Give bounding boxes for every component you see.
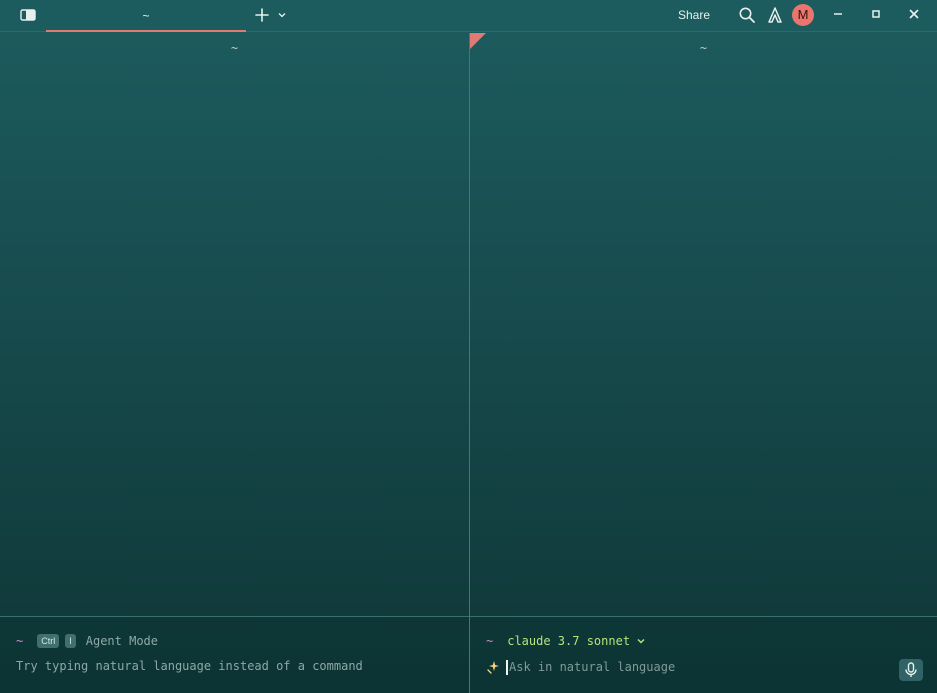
avatar[interactable]: M <box>792 4 814 26</box>
pane-header: ~ <box>230 41 239 55</box>
model-selector[interactable]: claude 3.7 sonnet <box>507 634 630 648</box>
i-key-badge: I <box>65 634 76 648</box>
share-button[interactable]: Share <box>678 6 710 24</box>
title-bar: ~ Share M <box>0 0 937 32</box>
tab-label: ~ <box>142 9 150 23</box>
input-area[interactable]: ~ claude 3.7 sonnet Ask in natural langu… <box>470 616 937 693</box>
right-pane[interactable]: ~ ~ claude 3.7 sonnet Ask in natural lan… <box>470 33 937 693</box>
panel-icon[interactable] <box>20 8 36 22</box>
minimize-icon[interactable] <box>830 6 846 22</box>
ask-input[interactable]: Ask in natural language <box>486 659 675 675</box>
search-icon[interactable] <box>738 6 756 24</box>
prompt-directory: ~ <box>16 634 24 648</box>
left-pane[interactable]: ~ ~ Ctrl I Agent Mode Try typing natural… <box>0 33 469 693</box>
input-area[interactable]: ~ Ctrl I Agent Mode Try typing natural l… <box>0 616 469 693</box>
close-icon[interactable] <box>906 6 922 22</box>
warp-icon[interactable] <box>767 6 783 24</box>
tab-home[interactable]: ~ <box>46 0 246 32</box>
ask-input-placeholder: Ask in natural language <box>509 660 676 674</box>
microphone-button[interactable] <box>899 659 923 681</box>
prompt-line: ~ claude 3.7 sonnet <box>486 633 646 649</box>
terminal-window: ~ Share M ~ ~ Ctrl I Agent Mode Try typi… <box>0 0 937 693</box>
plus-icon[interactable] <box>253 6 271 24</box>
agent-mode-label[interactable]: Agent Mode <box>86 634 158 648</box>
text-cursor <box>506 659 508 675</box>
sparkle-icon <box>487 661 499 674</box>
microphone-icon <box>905 662 917 677</box>
ctrl-key-badge: Ctrl <box>37 634 60 648</box>
active-tab-indicator <box>46 30 246 32</box>
maximize-icon[interactable] <box>868 6 884 22</box>
prompt-line: ~ Ctrl I Agent Mode <box>16 633 158 649</box>
chevron-down-icon[interactable] <box>636 636 646 646</box>
prompt-directory: ~ <box>486 634 494 648</box>
chevron-down-icon[interactable] <box>277 10 287 20</box>
input-hint[interactable]: Try typing natural language instead of a… <box>16 659 363 673</box>
pane-header: ~ <box>699 41 708 55</box>
